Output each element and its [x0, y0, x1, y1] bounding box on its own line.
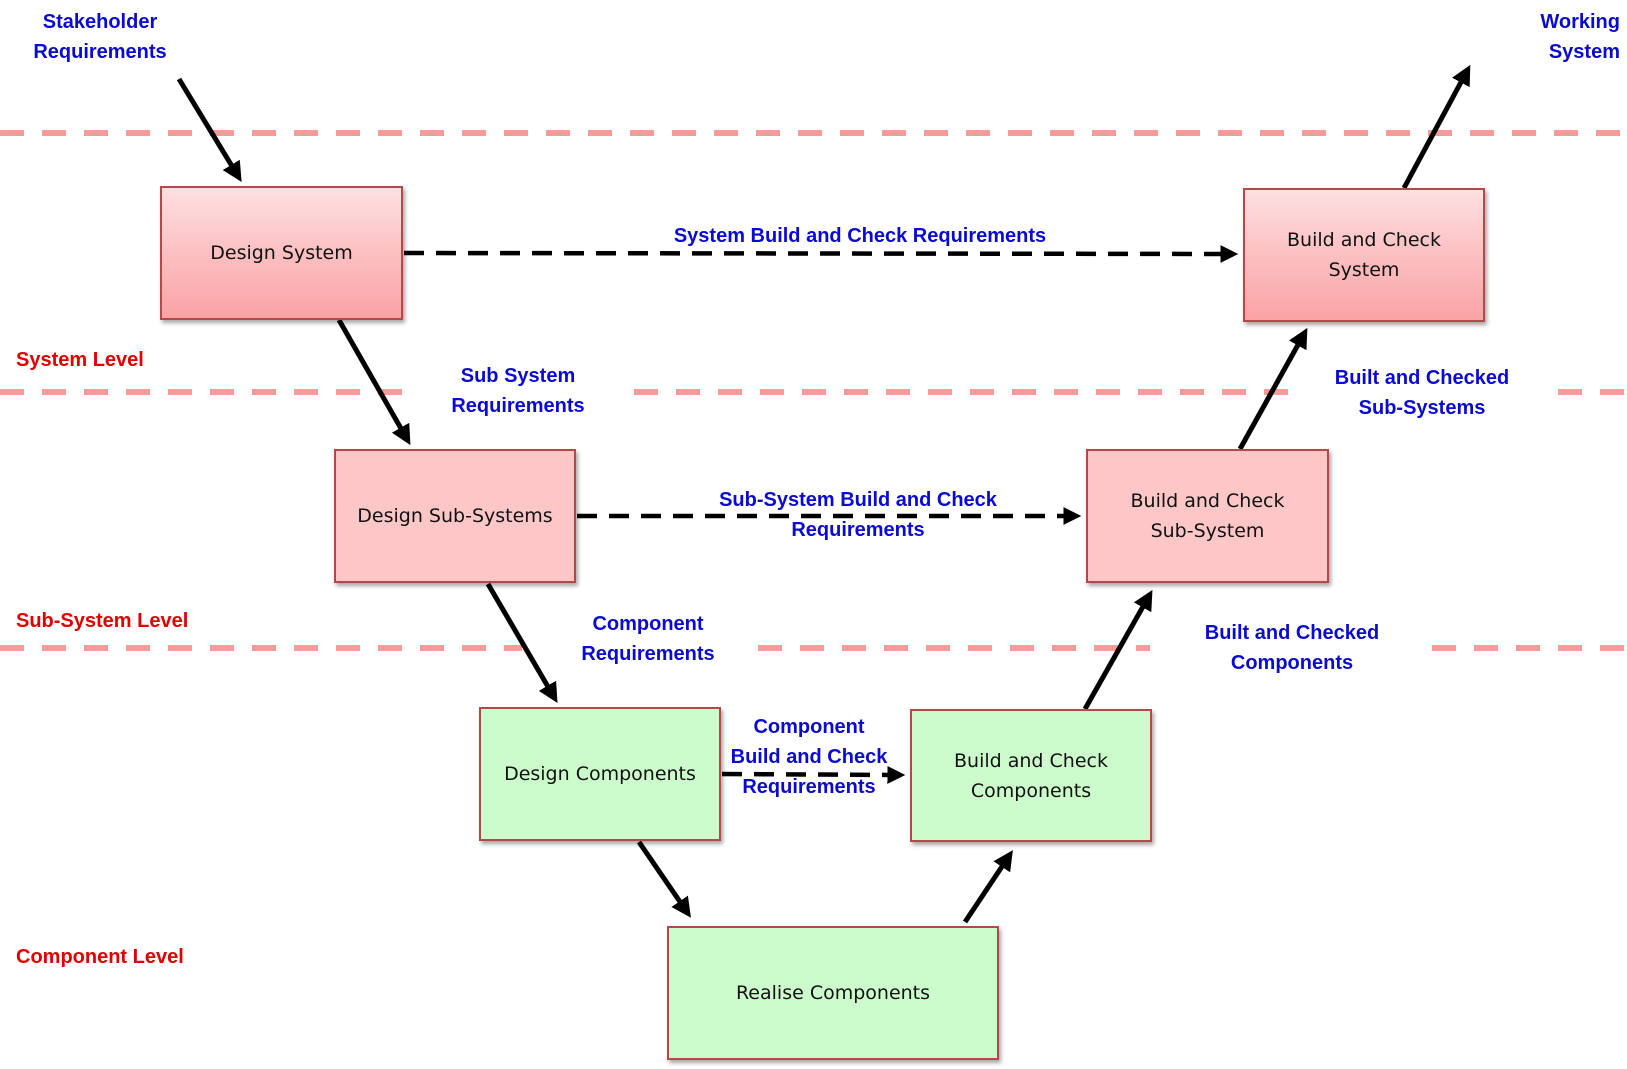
arrow-build-system-to-working-system [1401, 64, 1471, 190]
dashed-arrow-system [403, 244, 1239, 263]
arrow-subsystems-to-components [485, 582, 558, 704]
arrow-build-subsystem-to-build-system [1237, 327, 1308, 451]
box-design-components: Design Components [479, 707, 721, 841]
arrow-build-components-to-build-subsystem [1082, 589, 1153, 711]
box-design-system: Design System [160, 186, 403, 320]
label-component-requirements: Component Requirements [581, 613, 715, 665]
label-built-checked-subsystems: Built and Checked Sub-Systems [1334, 367, 1510, 419]
label-stakeholder-requirements: Stakeholder Requirements [33, 11, 167, 63]
label-working-system: Working System [1540, 11, 1620, 63]
label-subsystem-build-check-requirements: Sub-System Build and Check Requirements [719, 489, 997, 541]
arrow-realise-to-build-components [962, 850, 1013, 924]
box-design-subsystems: Design Sub-Systems [334, 449, 576, 583]
arrow-stakeholder-to-design-system [176, 77, 242, 182]
box-build-check-components: Build and Check Components [910, 709, 1152, 842]
label-component-build-check-requirements: Component Build and Check Requirements [730, 716, 888, 798]
v-model-diagram: Design System Build and Check System Des… [0, 0, 1627, 1069]
label-built-checked-components: Built and Checked Components [1204, 622, 1380, 674]
label-subsystem-requirements: Sub System Requirements [451, 365, 585, 417]
level-label-system: System Level [16, 349, 144, 371]
arrow-components-to-realise [636, 840, 691, 918]
level-label-component: Component Level [16, 946, 184, 968]
box-build-check-subsystem: Build and Check Sub-System [1086, 449, 1329, 583]
level-label-subsystem: Sub-System Level [16, 610, 189, 632]
arrow-design-system-to-subsystems [336, 318, 411, 446]
box-build-check-system: Build and Check System [1243, 188, 1485, 322]
label-system-build-check-requirements: System Build and Check Requirements [673, 225, 1047, 247]
box-realise-components: Realise Components [667, 926, 999, 1060]
